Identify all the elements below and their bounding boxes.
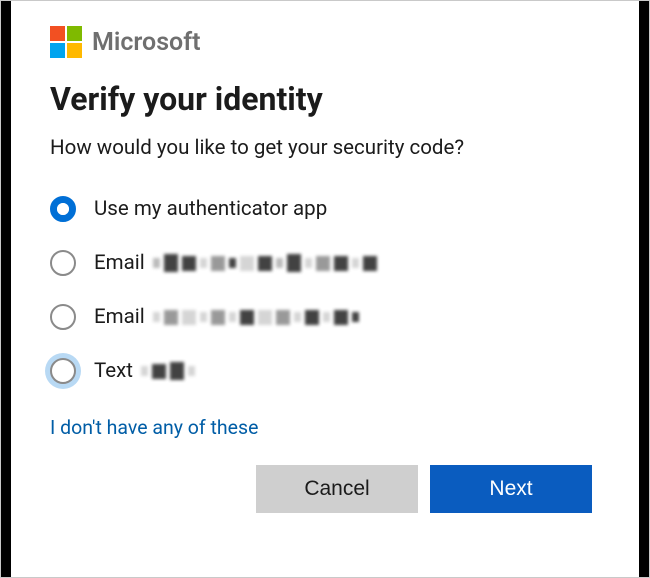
brand-row: Microsoft <box>50 26 600 58</box>
option-label: Text <box>94 359 195 383</box>
dialog-content: Microsoft Verify your identity How would… <box>12 2 638 576</box>
option-text[interactable]: Text <box>50 348 600 394</box>
brand-name: Microsoft <box>92 28 201 57</box>
cancel-button[interactable]: Cancel <box>256 465 418 513</box>
phone-frame-right <box>639 1 649 577</box>
option-label-prefix: Email <box>94 251 145 275</box>
radio-icon[interactable] <box>50 250 76 276</box>
dialog-buttons: Cancel Next <box>50 465 600 513</box>
option-label-prefix: Text <box>94 359 133 383</box>
redacted-value <box>153 254 377 272</box>
page-title: Verify your identity <box>50 80 600 118</box>
radio-icon[interactable] <box>50 304 76 330</box>
option-label: Email <box>94 305 359 329</box>
dialog-window: Microsoft Verify your identity How would… <box>0 0 650 578</box>
option-label-prefix: Email <box>94 305 145 329</box>
option-label: Email <box>94 251 377 275</box>
option-label: Use my authenticator app <box>94 197 327 221</box>
option-email-1[interactable]: Email <box>50 240 600 286</box>
verification-options: Use my authenticator app Email <box>50 186 600 394</box>
redacted-value <box>153 310 359 325</box>
radio-icon[interactable] <box>50 358 76 384</box>
radio-icon[interactable] <box>50 196 76 222</box>
microsoft-logo-icon <box>50 26 82 58</box>
phone-frame-left <box>1 1 11 577</box>
option-email-2[interactable]: Email <box>50 294 600 340</box>
page-subtitle: How would you like to get your security … <box>50 136 600 160</box>
next-button[interactable]: Next <box>430 465 592 513</box>
option-authenticator-app[interactable]: Use my authenticator app <box>50 186 600 232</box>
no-options-link[interactable]: I don't have any of these <box>50 416 258 439</box>
redacted-value <box>141 362 195 380</box>
